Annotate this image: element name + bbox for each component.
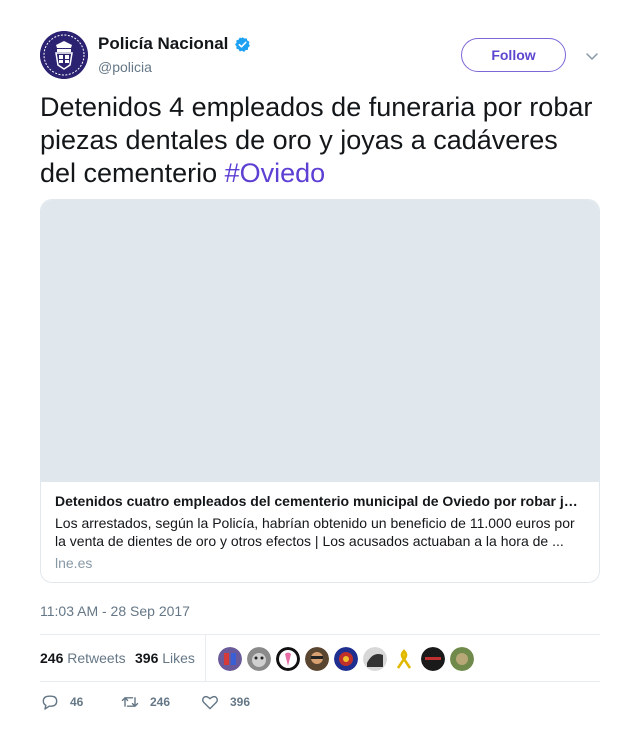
retweet-count: 246 [150, 695, 171, 709]
reply-count: 46 [70, 695, 84, 709]
liker-avatar[interactable] [334, 647, 358, 671]
tweet-header: Policía Nacional @policia Follow [40, 31, 600, 79]
retweet-button[interactable]: 246 [120, 692, 170, 712]
card-image[interactable] [41, 200, 599, 481]
liker-avatar[interactable] [363, 647, 387, 671]
stats-divider [205, 635, 206, 682]
card-title: Detenidos cuatro empleados del cementeri… [55, 493, 578, 509]
hashtag-link[interactable]: #Oviedo [225, 158, 326, 188]
card-description: Los arrestados, según la Policía, habría… [55, 515, 575, 549]
tweet-actions: 46 246 396 [40, 692, 600, 716]
liker-avatar[interactable] [421, 647, 445, 671]
retweets-count: 246 [40, 650, 64, 666]
liker-avatar[interactable] [218, 647, 242, 671]
liker-avatar[interactable] [276, 647, 300, 671]
likes-count: 396 [135, 650, 159, 666]
liker-avatar[interactable] [450, 647, 474, 671]
liker-avatar[interactable] [305, 647, 329, 671]
follow-button[interactable]: Follow [461, 38, 566, 72]
name-row: Policía Nacional [98, 34, 251, 54]
retweets-stat[interactable]: 246 Retweets [40, 650, 126, 666]
like-count: 396 [230, 695, 251, 709]
liker-avatars [218, 647, 479, 671]
user-handle[interactable]: @policia [98, 59, 152, 75]
likes-label: Likes [162, 650, 195, 666]
engagement-stats: 246 Retweets 396 Likes [40, 634, 600, 682]
tweet-text: Detenidos 4 empleados de funeraria por r… [40, 91, 600, 190]
reply-icon [42, 695, 58, 710]
link-card[interactable]: Detenidos cuatro empleados del cementeri… [40, 199, 600, 583]
card-domain: lne.es [55, 555, 93, 571]
tweet-timestamp[interactable]: 11:03 AM - 28 Sep 2017 [40, 603, 190, 619]
liker-avatar[interactable] [392, 647, 416, 671]
chevron-down-icon[interactable] [585, 49, 599, 63]
card-body[interactable]: Detenidos cuatro empleados del cementeri… [41, 481, 599, 582]
retweets-label: Retweets [67, 650, 126, 666]
police-crest-avatar[interactable] [40, 31, 88, 79]
verified-badge-icon [235, 36, 251, 52]
retweet-icon [121, 697, 139, 707]
display-name[interactable]: Policía Nacional [98, 34, 228, 54]
heart-icon [202, 695, 218, 710]
reply-button[interactable]: 46 [40, 692, 83, 712]
liker-avatar[interactable] [247, 647, 271, 671]
likes-stat[interactable]: 396 Likes [135, 650, 195, 666]
like-button[interactable]: 396 [200, 692, 250, 712]
